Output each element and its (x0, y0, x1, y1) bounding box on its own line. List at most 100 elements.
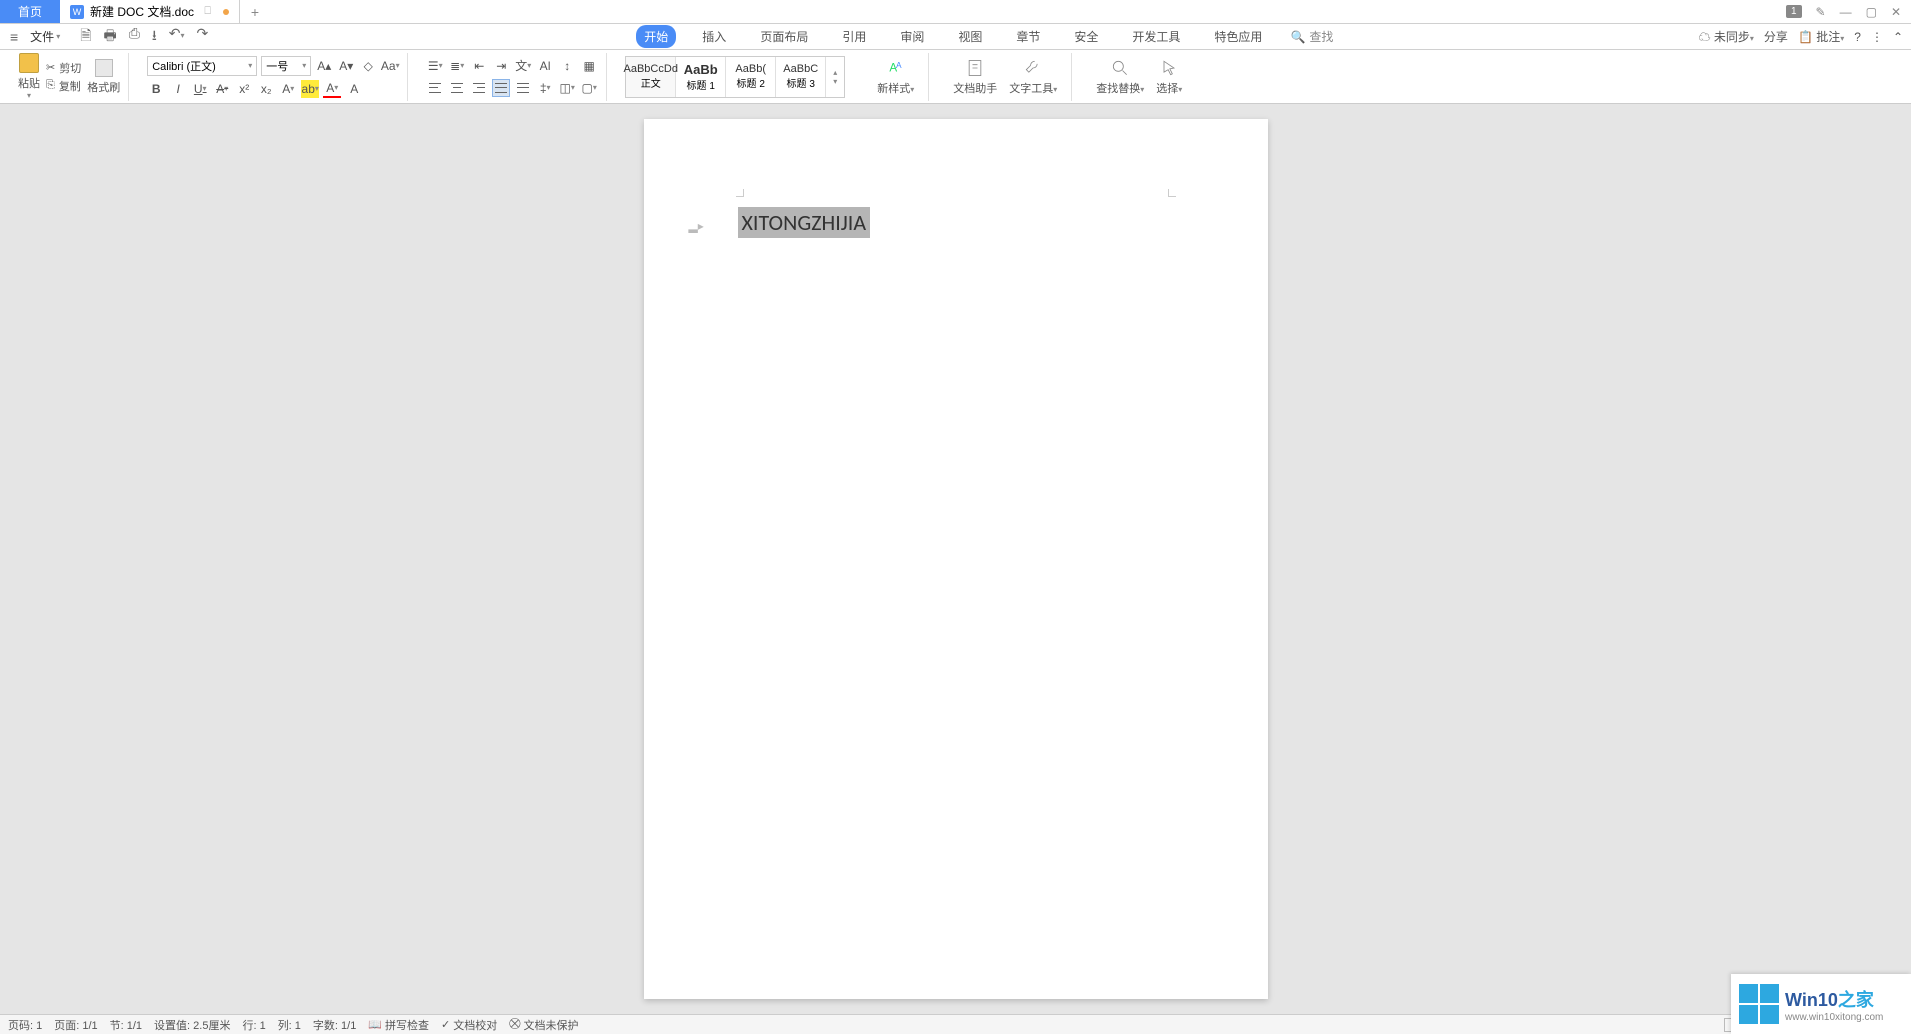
decrease-font-icon[interactable]: A▾ (337, 57, 355, 75)
skin-icon[interactable]: ✎ (1816, 5, 1826, 19)
decrease-indent-icon[interactable]: ⇤ (470, 57, 488, 75)
window-minimize-icon[interactable]: — (1840, 5, 1852, 19)
text-tools-button[interactable]: 文字工具▾ (1003, 58, 1063, 96)
font-color-icon[interactable]: A▾ (323, 80, 341, 98)
superscript-icon[interactable]: x² (235, 80, 253, 98)
char-shading-icon[interactable]: A (345, 80, 363, 98)
style-heading1[interactable]: AaBb标题 1 (676, 57, 726, 97)
print-icon[interactable]: ⎙ (127, 25, 142, 49)
style-heading3[interactable]: AaBbC标题 3 (776, 57, 826, 97)
bold-icon[interactable]: B (147, 80, 165, 98)
tab-dev[interactable]: 开发工具 (1124, 25, 1188, 48)
line-spacing-icon[interactable]: ‡▾ (536, 79, 554, 97)
select-button[interactable]: 选择▾ (1150, 58, 1188, 96)
doc-helper-button[interactable]: 文档助手 (947, 58, 1003, 96)
char-border-icon[interactable]: Aǀ (536, 57, 554, 75)
status-page[interactable]: 页面: 1/1 (54, 1017, 97, 1033)
save-icon[interactable]: 🗎 (78, 25, 93, 49)
styles-more-icon[interactable]: ▴▾ (826, 57, 844, 97)
sort-icon[interactable]: ↕ (558, 57, 576, 75)
annotate-button[interactable]: 📋 批注▾ (1798, 28, 1844, 45)
cursor-icon (1159, 58, 1179, 78)
increase-indent-icon[interactable]: ⇥ (492, 57, 510, 75)
help-icon[interactable]: ? (1854, 30, 1861, 44)
format-painter-button[interactable]: 格式刷 (87, 59, 120, 95)
copy-icon: ⎘ (46, 79, 55, 92)
undo-icon[interactable]: ↶▾ (167, 25, 187, 49)
tab-view[interactable]: 视图 (950, 25, 990, 48)
search-command[interactable]: 🔍 查找 (1290, 28, 1333, 45)
status-line[interactable]: 行: 1 (242, 1017, 265, 1033)
font-group: Calibri (正文)▾ 一号▾ A▴ A▾ ◇ Aa▾ B I U▾ A▾ … (139, 53, 408, 101)
ribbon-collapse-icon[interactable]: ⌃ (1893, 30, 1903, 44)
tab-start[interactable]: 开始 (636, 25, 676, 48)
tab-home[interactable]: 首页 (0, 0, 60, 23)
status-section[interactable]: 节: 1/1 (110, 1017, 142, 1033)
increase-font-icon[interactable]: A▴ (315, 57, 333, 75)
export-icon[interactable]: ⭳ (150, 25, 159, 49)
tab-review[interactable]: 审阅 (892, 25, 932, 48)
status-position[interactable]: 设置值: 2.5厘米 (154, 1017, 230, 1033)
borders-icon[interactable]: ▢▾ (580, 79, 598, 97)
tab-document[interactable]: 新建 DOC 文档.doc ⎕ (60, 0, 240, 23)
align-left-icon[interactable] (426, 79, 444, 97)
status-proof[interactable]: ✓文档校对 (441, 1017, 497, 1033)
align-justify-icon[interactable] (492, 79, 510, 97)
strikethrough-icon[interactable]: A▾ (213, 80, 231, 98)
italic-icon[interactable]: I (169, 80, 187, 98)
new-style-button[interactable]: AA 新样式▾ (871, 58, 920, 96)
status-col[interactable]: 列: 1 (278, 1017, 301, 1033)
underline-icon[interactable]: U▾ (191, 80, 209, 98)
menu-more-icon[interactable]: ⋮ (1871, 30, 1883, 44)
tab-security[interactable]: 安全 (1066, 25, 1106, 48)
new-tab-button[interactable]: + (240, 0, 270, 23)
align-center-icon[interactable] (448, 79, 466, 97)
window-maximize-icon[interactable]: ▢ (1866, 5, 1877, 19)
tab-insert[interactable]: 插入 (694, 25, 734, 48)
copy-button[interactable]: ⎘复制 (46, 78, 81, 94)
style-normal[interactable]: AaBbCcDd正文 (626, 57, 676, 97)
page[interactable]: ▂▸ XITONGZHIJIA (644, 119, 1268, 999)
status-page-number[interactable]: 页码: 1 (8, 1017, 42, 1033)
status-words[interactable]: 字数: 1/1 (313, 1017, 356, 1033)
sync-status[interactable]: ☁ 未同步▾ (1699, 28, 1754, 45)
align-distribute-icon[interactable] (514, 79, 532, 97)
selected-text[interactable]: XITONGZHIJIA (738, 207, 871, 238)
tab-section[interactable]: 章节 (1008, 25, 1048, 48)
watermark-title: Win10之家 (1785, 986, 1883, 1012)
phonetic-icon[interactable]: 文▾ (514, 57, 532, 75)
print-preview-icon[interactable]: 🖶 (101, 25, 118, 49)
notification-badge[interactable]: 1 (1786, 5, 1802, 18)
subscript-icon[interactable]: x₂ (257, 80, 275, 98)
file-menu[interactable]: 文件▾ (26, 28, 64, 45)
tab-indicator-icon[interactable]: ⎕ (204, 5, 211, 18)
change-case-icon[interactable]: Aa▾ (381, 57, 399, 75)
bullet-list-icon[interactable]: ☰▾ (426, 57, 444, 75)
paste-button[interactable]: 粘贴▾ (18, 53, 40, 100)
clear-format-icon[interactable]: ◇ (359, 57, 377, 75)
hamburger-menu-icon[interactable]: ≡ (8, 29, 20, 45)
tab-special[interactable]: 特色应用 (1206, 25, 1270, 48)
status-spell[interactable]: 📖拼写检查 (368, 1017, 429, 1033)
document-area[interactable]: ▂▸ XITONGZHIJIA (0, 104, 1911, 1014)
style-heading2[interactable]: AaBb(标题 2 (726, 57, 776, 97)
highlight-icon[interactable]: ab▾ (301, 80, 319, 98)
share-button[interactable]: 分享 (1764, 28, 1788, 45)
cut-button[interactable]: ✂剪切 (46, 60, 81, 76)
tab-reference[interactable]: 引用 (834, 25, 874, 48)
styles-gallery[interactable]: AaBbCcDd正文 AaBb标题 1 AaBb(标题 2 AaBbC标题 3 … (625, 56, 845, 98)
quick-access-toolbar: 🗎 🖶 ⎙ ⭳ ↶▾ ↷ (78, 25, 210, 49)
window-close-icon[interactable]: ✕ (1891, 5, 1901, 19)
status-protection[interactable]: ⛒文档未保护 (509, 1017, 578, 1033)
number-list-icon[interactable]: ≣▾ (448, 57, 466, 75)
font-size-select[interactable]: 一号▾ (261, 56, 311, 76)
text-effect-icon[interactable]: A▾ (279, 80, 297, 98)
font-name-select[interactable]: Calibri (正文)▾ (147, 56, 257, 76)
align-right-icon[interactable] (470, 79, 488, 97)
find-replace-button[interactable]: 查找替换▾ (1090, 58, 1150, 96)
paragraph-handle-icon[interactable]: ▂▸ (689, 219, 703, 233)
redo-icon[interactable]: ↷ (195, 25, 211, 49)
border-icon[interactable]: ▦ (580, 57, 598, 75)
shading-icon[interactable]: ◫▾ (558, 79, 576, 97)
tab-layout[interactable]: 页面布局 (752, 25, 816, 48)
